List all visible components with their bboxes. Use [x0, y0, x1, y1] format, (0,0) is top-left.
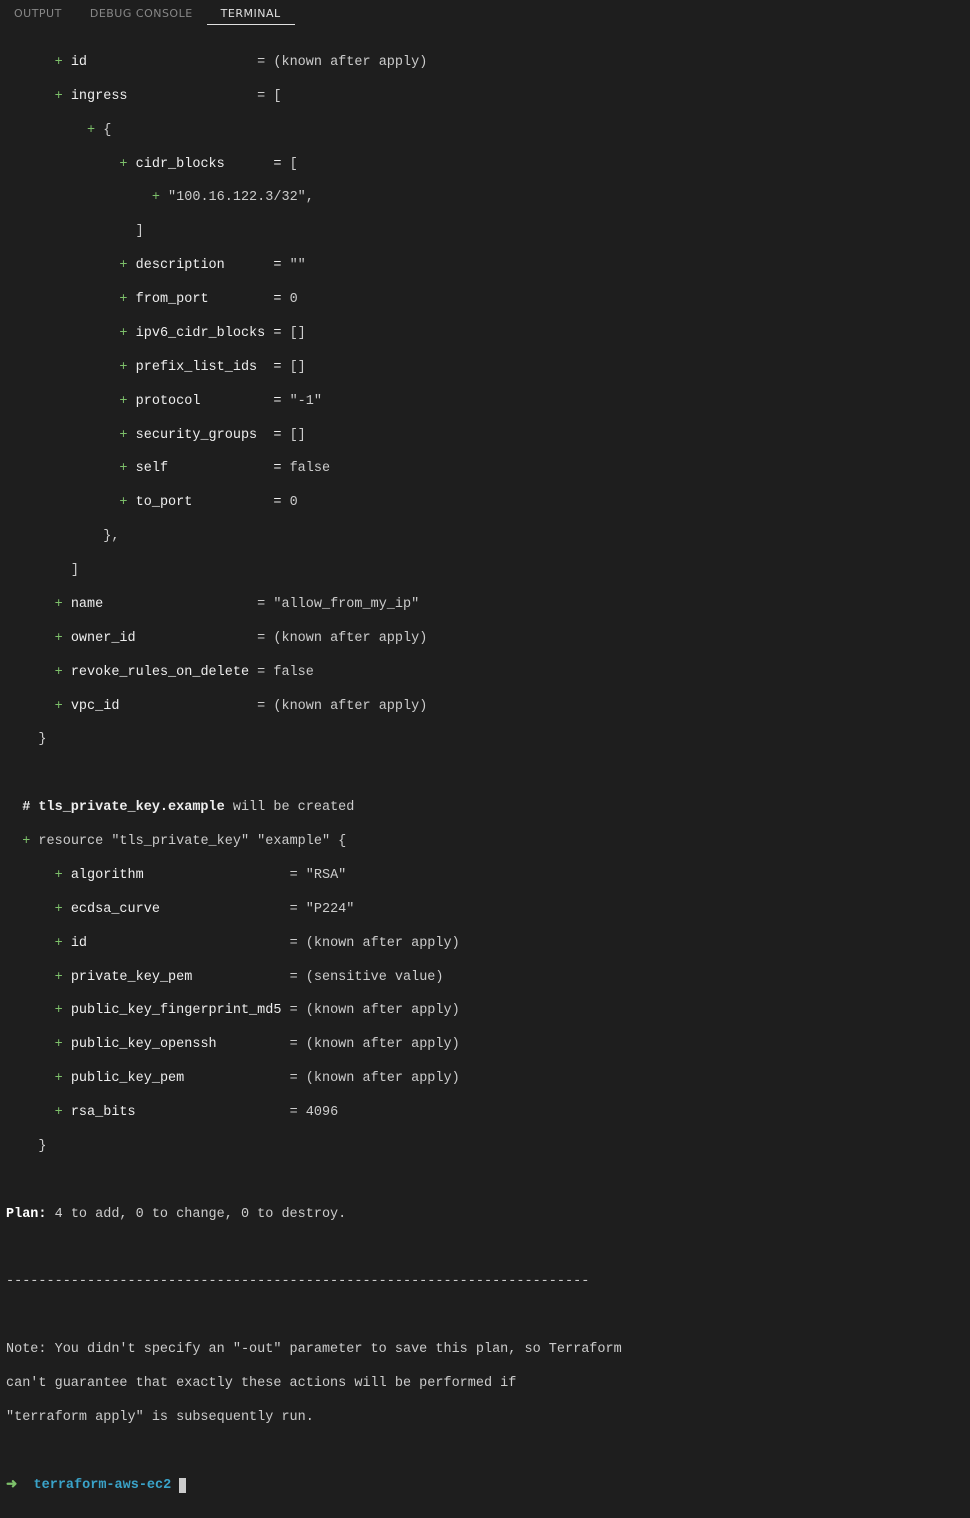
attr-ecdsa-curve: ecdsa_curve: [71, 902, 160, 917]
attr-openssh: public_key_openssh: [71, 1037, 217, 1052]
attr-sg-name: name: [71, 597, 103, 612]
attr-value: "": [290, 258, 306, 273]
attr-public-key-pem: public_key_pem: [71, 1071, 184, 1086]
plus-icon: +: [55, 631, 63, 646]
brace: },: [103, 529, 119, 544]
attr-cidr-blocks: cidr_blocks =: [136, 157, 290, 172]
attr-value: = (known after apply): [290, 1003, 460, 1018]
plus-icon: +: [119, 495, 127, 510]
attr-revoke: revoke_rules_on_delete: [71, 665, 249, 680]
plus-icon: +: [55, 1037, 63, 1052]
attr-private-key-pem: private_key_pem: [71, 970, 193, 985]
plus-icon: +: [87, 123, 95, 138]
attr-value: = [: [257, 89, 281, 104]
attr-value: "-1": [290, 394, 322, 409]
attr-description: description =: [136, 258, 290, 273]
attr-value: false: [290, 461, 331, 476]
bracket: ]: [71, 563, 79, 578]
plus-icon: +: [119, 394, 127, 409]
attr-from-port: from_port =: [136, 292, 290, 307]
attr-value: = (sensitive value): [290, 970, 444, 985]
attr-value: = "P224": [290, 902, 355, 917]
note-line: can't guarantee that exactly these actio…: [6, 1376, 516, 1391]
plus-icon: +: [22, 834, 30, 849]
plus-icon: +: [119, 326, 127, 341]
attr-value: []: [290, 428, 306, 443]
attr-value: = (known after apply): [290, 1071, 460, 1086]
plus-icon: +: [55, 970, 63, 985]
plus-icon: +: [119, 360, 127, 375]
plus-icon: +: [119, 461, 127, 476]
terminal-output[interactable]: + id = (known after apply) + ingress = […: [0, 28, 970, 1518]
plus-icon: +: [55, 1003, 63, 1018]
plan-text: 4 to add, 0 to change, 0 to destroy.: [47, 1207, 347, 1222]
plus-icon: +: [55, 1105, 63, 1120]
tab-debug-console[interactable]: DEBUG CONSOLE: [76, 3, 207, 25]
prompt-cwd: terraform-aws-ec2: [34, 1478, 172, 1493]
attr-value: = (known after apply): [257, 699, 427, 714]
note-line: Note: You didn't specify an "-out" param…: [6, 1342, 622, 1357]
plus-icon: +: [55, 1071, 63, 1086]
brace: }: [38, 732, 46, 747]
attr-value: 0: [290, 292, 298, 307]
cidr-value: "100.16.122.3/32",: [168, 190, 314, 205]
note-line: "terraform apply" is subsequently run.: [6, 1410, 314, 1425]
attr-fingerprint: public_key_fingerprint_md5: [71, 1003, 282, 1018]
plus-icon: +: [119, 157, 127, 172]
attr-vpc-id: vpc_id: [71, 699, 120, 714]
resource-comment: # tls_private_key.example: [22, 800, 225, 815]
brace: }: [38, 1139, 46, 1154]
plus-icon: +: [55, 902, 63, 917]
bracket: ]: [136, 224, 144, 239]
attr-value: = "RSA": [290, 868, 347, 883]
plus-icon: +: [55, 89, 63, 104]
plus-icon: +: [55, 597, 63, 612]
plus-icon: +: [119, 258, 127, 273]
attr-rsa-bits: rsa_bits: [71, 1105, 136, 1120]
attr-id: id: [71, 55, 87, 70]
brace: {: [103, 123, 111, 138]
attr-value: 0: [290, 495, 298, 510]
plus-icon: +: [55, 665, 63, 680]
attr-value: = (known after apply): [290, 1037, 460, 1052]
attr-protocol: protocol =: [136, 394, 290, 409]
plus-icon: +: [119, 292, 127, 307]
attr-algorithm: algorithm: [71, 868, 144, 883]
attr-prefix: prefix_list_ids =: [136, 360, 290, 375]
panel-tab-bar: OUTPUT DEBUG CONSOLE TERMINAL: [0, 0, 970, 28]
plus-icon: +: [55, 936, 63, 951]
tab-terminal[interactable]: TERMINAL: [207, 3, 295, 26]
attr-security-groups: security_groups =: [136, 428, 290, 443]
attr-to-port: to_port =: [136, 495, 290, 510]
resource-decl: resource "tls_private_key" "example" {: [38, 834, 346, 849]
attr-self: self =: [136, 461, 290, 476]
attr-value: = "allow_from_my_ip": [257, 597, 419, 612]
attr-id: id: [71, 936, 87, 951]
attr-value: = (known after apply): [257, 631, 427, 646]
divider: ----------------------------------------…: [6, 1274, 589, 1289]
comment-suffix: will be created: [225, 800, 355, 815]
attr-ingress: ingress: [71, 89, 128, 104]
attr-owner-id: owner_id: [71, 631, 136, 646]
attr-value: []: [290, 326, 306, 341]
attr-value: = 4096: [290, 1105, 339, 1120]
plus-icon: +: [55, 868, 63, 883]
attr-value: = (known after apply): [257, 55, 427, 70]
prompt-arrow-icon: ➜: [6, 1478, 17, 1493]
attr-value: = false: [257, 665, 314, 680]
bracket: [: [290, 157, 298, 172]
tab-output[interactable]: OUTPUT: [0, 3, 76, 25]
plus-icon: +: [119, 428, 127, 443]
attr-ipv6: ipv6_cidr_blocks =: [136, 326, 290, 341]
plan-label: Plan:: [6, 1207, 47, 1222]
plus-icon: +: [55, 55, 63, 70]
attr-value: []: [290, 360, 306, 375]
plus-icon: +: [55, 699, 63, 714]
cursor: [179, 1478, 186, 1493]
attr-value: = (known after apply): [290, 936, 460, 951]
plus-icon: +: [152, 190, 160, 205]
